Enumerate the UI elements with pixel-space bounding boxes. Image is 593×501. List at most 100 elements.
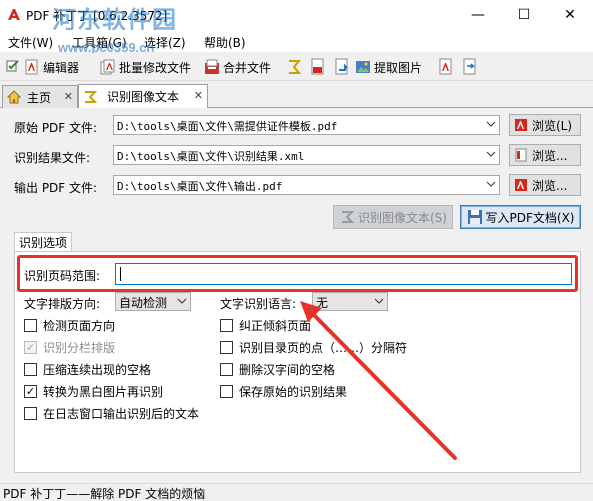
minimize-icon: — <box>471 7 485 23</box>
options-group-tab[interactable]: 识别选项 <box>14 232 72 252</box>
text-direction-value: 自动检测 <box>119 296 168 310</box>
pdf-file-icon <box>515 179 527 191</box>
pdf-export-icon[interactable] <box>310 58 326 76</box>
checkbox-label: 压缩连续出现的空格 <box>43 362 152 377</box>
menu-file[interactable]: 文件(W) <box>8 34 53 51</box>
chevron-down-icon <box>486 181 496 187</box>
minimize-button[interactable]: — <box>455 0 501 30</box>
chevron-down-icon <box>374 298 384 304</box>
checkbox-box <box>220 318 233 332</box>
merge-label: 合并文件 <box>223 60 272 75</box>
checkbox-toc-dots[interactable]: 识别目录页的点（……）分隔符 <box>220 339 407 355</box>
result-file-label: 识别结果文件: <box>14 151 91 165</box>
title-bar: PDF 补丁丁 [0.6.2.3572] 河东软件园 — ☐ ✕ <box>0 0 593 34</box>
checkbox-binarize[interactable]: ✓ 转换为黑白图片再识别 <box>24 383 163 399</box>
pdf-convert-icon[interactable] <box>334 58 350 76</box>
browse-source-label: 浏览(L) <box>532 118 573 133</box>
checkbox-label: 保存原始的识别结果 <box>239 384 348 399</box>
batch-modify-icon <box>100 59 115 75</box>
ocr-start-button[interactable]: 识别图像文本(S) <box>333 205 453 229</box>
ocr-text-icon[interactable] <box>286 58 302 76</box>
batch-modify-button[interactable]: 批量修改文件 <box>100 56 191 78</box>
options-group-title: 识别选项 <box>18 236 67 250</box>
pdf-info-icon[interactable] <box>438 58 454 76</box>
tab-bar: 主页 ✕ 识别图像文本 ✕ <box>0 82 593 108</box>
checkbox-remove-cjk-spaces[interactable]: 删除汉字间的空格 <box>220 361 335 377</box>
ocr-language-select[interactable]: 无 <box>312 292 388 311</box>
tab-home-label: 主页 <box>27 90 52 105</box>
checkbox-box <box>220 384 233 398</box>
ocr-language-value: 无 <box>316 296 329 310</box>
ocr-text-icon <box>342 211 355 223</box>
extract-images-button[interactable]: 提取图片 <box>355 56 422 78</box>
extract-images-icon <box>356 61 370 73</box>
xml-file-icon <box>515 148 527 162</box>
source-pdf-label: 原始 PDF 文件: <box>14 121 98 135</box>
browse-output-button[interactable]: 浏览... <box>509 174 581 196</box>
browse-result-label: 浏览... <box>532 148 568 163</box>
text-direction-label: 文字排版方向: <box>24 297 101 311</box>
tab-ocr-label: 识别图像文本 <box>107 90 180 104</box>
ocr-tab-icon <box>85 90 97 103</box>
editor-button[interactable]: 编辑器 <box>24 56 79 78</box>
merge-button[interactable]: 合并文件 <box>204 56 271 78</box>
checkbox-box <box>24 362 37 376</box>
checkbox-detect-orientation[interactable]: 检测页面方向 <box>24 317 115 333</box>
tab-ocr[interactable]: 识别图像文本 ✕ <box>78 84 208 108</box>
checkbox-box <box>220 362 233 376</box>
checkbox-log-output[interactable]: 在日志窗口输出识别后的文本 <box>24 405 199 421</box>
app-pdf-icon <box>8 9 20 20</box>
text-direction-select[interactable]: 自动检测 <box>115 292 191 311</box>
tab-home[interactable]: 主页 ✕ <box>2 85 78 108</box>
checkbox-label: 纠正倾斜页面 <box>239 318 312 333</box>
pdf-file-icon <box>515 119 527 131</box>
checkbox-compress-spaces[interactable]: 压缩连续出现的空格 <box>24 361 151 377</box>
page-range-input[interactable] <box>115 263 572 285</box>
maximize-icon: ☐ <box>517 7 531 23</box>
checkbox-label: 转换为黑白图片再识别 <box>43 384 164 399</box>
save-disk-icon <box>467 210 482 224</box>
browse-output-label: 浏览... <box>532 178 568 193</box>
maximize-button[interactable]: ☐ <box>501 0 547 30</box>
checkbox-label: 识别分栏排版 <box>43 340 116 355</box>
source-pdf-combo[interactable]: D:\tools\桌面\文件\需提供证件模板.pdf <box>113 115 500 135</box>
checkbox-save-raw-result[interactable]: 保存原始的识别结果 <box>220 383 347 399</box>
tab-home-close-icon[interactable]: ✕ <box>64 90 73 103</box>
checkmark-icon: ✓ <box>24 340 37 354</box>
output-pdf-label: 输出 PDF 文件: <box>14 181 98 195</box>
tab-ocr-close-icon[interactable]: ✕ <box>194 89 203 102</box>
output-pdf-combo[interactable]: D:\tools\桌面\文件\输出.pdf <box>113 175 500 195</box>
ocr-start-label: 识别图像文本(S) <box>358 210 447 225</box>
status-bar: PDF 补丁丁——解除 PDF 文档的烦恼 <box>0 483 593 501</box>
ocr-language-label: 文字识别语言: <box>220 297 297 311</box>
checklist-icon[interactable] <box>6 59 20 73</box>
chevron-down-icon <box>486 121 496 127</box>
checkbox-deskew[interactable]: 纠正倾斜页面 <box>220 317 311 333</box>
page-range-label: 识别页码范围: <box>24 269 101 283</box>
menu-help[interactable]: 帮助(B) <box>204 34 246 51</box>
merge-icon <box>205 59 219 74</box>
output-pdf-value: D:\tools\桌面\文件\输出.pdf <box>117 180 283 193</box>
pdf-split-icon[interactable] <box>462 58 478 76</box>
toolbar: 编辑器 批量修改文件 合并文件 提取图片 <box>0 53 593 81</box>
browse-result-button[interactable]: 浏览... <box>509 144 581 166</box>
source-pdf-value: D:\tools\桌面\文件\需提供证件模板.pdf <box>117 120 338 133</box>
result-file-combo[interactable]: D:\tools\桌面\文件\识别结果.xml <box>113 145 500 165</box>
checkmark-icon: ✓ <box>24 384 37 398</box>
checkbox-label: 检测页面方向 <box>43 318 116 333</box>
home-icon <box>7 90 21 104</box>
write-pdf-button[interactable]: 写入PDF文档(X) <box>460 205 581 229</box>
checkbox-label: 删除汉字间的空格 <box>239 362 336 377</box>
checkbox-label: 在日志窗口输出识别后的文本 <box>43 406 200 421</box>
close-icon: ✕ <box>564 7 576 23</box>
chevron-down-icon <box>177 298 187 304</box>
editor-label: 编辑器 <box>43 60 80 75</box>
extract-images-label: 提取图片 <box>374 60 423 75</box>
pdf-editor-icon <box>25 59 38 75</box>
chevron-down-icon <box>486 151 496 157</box>
checkbox-detect-columns[interactable]: ✓ 识别分栏排版 <box>24 339 115 355</box>
browse-source-button[interactable]: 浏览(L) <box>509 114 581 136</box>
write-pdf-label: 写入PDF文档(X) <box>485 210 575 225</box>
close-button[interactable]: ✕ <box>547 0 593 30</box>
result-file-value: D:\tools\桌面\文件\识别结果.xml <box>117 150 305 163</box>
